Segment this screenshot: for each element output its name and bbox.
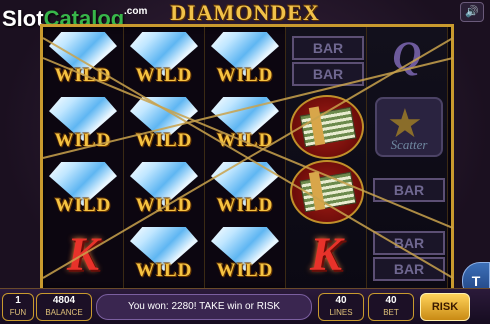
bet-label: BET bbox=[383, 308, 399, 317]
balance-label: BALANCE bbox=[45, 308, 83, 317]
symbol-scatter: ★ Scatter bbox=[367, 93, 447, 158]
money-stack-icon bbox=[290, 160, 364, 224]
lines-value: 40 bbox=[335, 295, 347, 306]
lines-selector[interactable]: 40 LINES bbox=[318, 293, 364, 321]
fun-label: FUN bbox=[9, 308, 27, 317]
symbol-money bbox=[286, 158, 366, 224]
wild-label: WILD bbox=[216, 65, 274, 86]
bar-symbol-label: BAR bbox=[292, 36, 364, 60]
scatter-symbol: ★ Scatter bbox=[375, 97, 443, 157]
scatter-label: Scatter bbox=[390, 137, 428, 152]
symbol-wild: WILD bbox=[43, 158, 123, 223]
symbol-bar1: BAR bbox=[367, 158, 447, 223]
game-screen: SlotCatalog .com DIAMONDEX 🔊 WILD WILD WIL… bbox=[0, 0, 490, 324]
reel-1: WILDWILDWILDK bbox=[43, 27, 124, 289]
symbol-bar2: BAR BAR bbox=[286, 28, 366, 93]
k-symbol-label: K bbox=[309, 228, 342, 281]
risk-button[interactable]: RISK bbox=[420, 293, 470, 321]
balance-display: 4804 BALANCE bbox=[36, 293, 92, 321]
speaker-icon[interactable]: 🔊 bbox=[460, 2, 484, 22]
wild-label: WILD bbox=[135, 260, 193, 281]
reel-4: BAR BAR K bbox=[286, 27, 367, 289]
wild-label: WILD bbox=[54, 195, 112, 216]
game-title: DIAMONDEX bbox=[170, 0, 320, 25]
symbol-wild: WILD bbox=[205, 223, 285, 288]
reel-2: WILDWILDWILDWILD bbox=[124, 27, 205, 289]
bet-value: 40 bbox=[385, 295, 397, 306]
wild-label: WILD bbox=[216, 195, 274, 216]
symbol-wild: WILD bbox=[124, 28, 204, 93]
symbol-k: K bbox=[286, 223, 366, 288]
bet-selector[interactable]: 40 BET bbox=[368, 293, 414, 321]
logo-suffix: .com bbox=[124, 6, 148, 17]
symbol-wild: WILD bbox=[205, 28, 285, 93]
symbol-wild: WILD bbox=[124, 223, 204, 288]
reel-frame: WILDWILDWILDKWILDWILDWILDWILDWILDWILDWIL… bbox=[40, 24, 454, 292]
symbol-wild: WILD bbox=[205, 158, 285, 223]
fun-value: 1 bbox=[15, 295, 21, 306]
fun-display: 1 FUN bbox=[2, 293, 34, 321]
wild-label: WILD bbox=[216, 260, 274, 281]
wild-label: WILD bbox=[135, 65, 193, 86]
bar-symbol-label: BAR bbox=[373, 257, 445, 281]
q-symbol-label: Q bbox=[392, 33, 422, 78]
symbol-money bbox=[286, 93, 366, 159]
balance-value: 4804 bbox=[52, 295, 76, 306]
bottom-control-bar: 1 FUN 4804 BALANCE You won: 2280! TAKE w… bbox=[0, 288, 490, 324]
cash-bills-icon bbox=[299, 106, 357, 148]
lines-label: LINES bbox=[329, 308, 353, 317]
win-message: You won: 2280! TAKE win or RISK bbox=[96, 294, 312, 320]
